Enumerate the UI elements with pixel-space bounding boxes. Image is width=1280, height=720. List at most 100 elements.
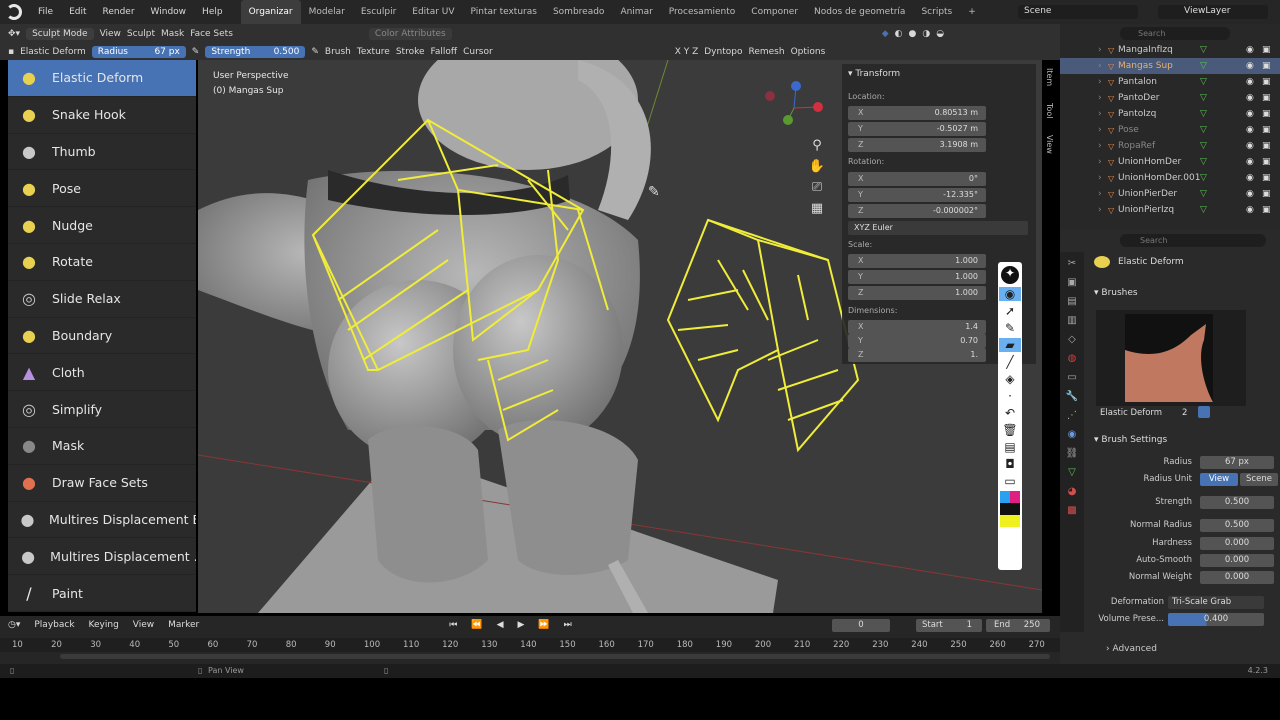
output-tab-icon[interactable]: ▤: [1067, 296, 1076, 307]
outliner-search[interactable]: Search: [1120, 26, 1230, 40]
render-camera-icon[interactable]: ▣: [1262, 45, 1271, 55]
render-camera-icon[interactable]: ▣: [1262, 77, 1271, 87]
viewlayer-selector[interactable]: ViewLayer: [1158, 5, 1268, 19]
screenshot-icon[interactable]: ◘: [1005, 457, 1015, 471]
tool-tab-icon[interactable]: ✂: [1068, 258, 1076, 269]
timeline-view-menu[interactable]: View: [133, 620, 154, 630]
visibility-eye-icon[interactable]: ◉: [1246, 173, 1254, 183]
texture-menu[interactable]: Texture: [357, 47, 390, 57]
eye-icon[interactable]: ◉: [999, 287, 1021, 301]
marker-menu[interactable]: Marker: [168, 620, 199, 630]
brush-setting-field[interactable]: 0.000: [1200, 554, 1274, 567]
tab-esculpir[interactable]: Esculpir: [353, 0, 404, 24]
outliner-item-label[interactable]: UnionPierIzq: [1118, 205, 1174, 215]
pressure-strength-icon[interactable]: ✎: [311, 47, 319, 57]
render-camera-icon[interactable]: ▣: [1262, 61, 1271, 71]
overlay-icon[interactable]: ◐: [895, 29, 903, 39]
brush-settings-header[interactable]: ▾ Brush Settings: [1094, 435, 1167, 445]
visibility-eye-icon[interactable]: ◉: [1246, 93, 1254, 103]
brush-name[interactable]: Elastic Deform: [20, 47, 86, 57]
visibility-eye-icon[interactable]: ◉: [1246, 141, 1254, 151]
tool-thumb[interactable]: ● Thumb: [8, 134, 196, 171]
color-palette[interactable]: [1000, 491, 1020, 527]
mesh-data-icon[interactable]: ▽: [1200, 109, 1207, 119]
next-keyframe-icon[interactable]: ⏩: [538, 620, 549, 630]
brush-setting-field[interactable]: 0.500: [1200, 519, 1274, 532]
falloff-menu[interactable]: Falloff: [431, 47, 458, 57]
fake-user-icon[interactable]: [1198, 406, 1210, 418]
mesh-data-icon[interactable]: ▽: [1200, 173, 1207, 183]
expand-arrow-icon[interactable]: ›: [1098, 61, 1102, 71]
brush-setting-field[interactable]: 0.500: [1200, 496, 1274, 509]
end-frame-field[interactable]: End 250: [986, 619, 1050, 632]
outliner-item-label[interactable]: MangaInfIzq: [1118, 45, 1173, 55]
timeline-scrollbar[interactable]: [60, 654, 1050, 659]
brush-setting-field[interactable]: 67 px: [1200, 456, 1274, 469]
menu-window[interactable]: Window: [143, 7, 195, 17]
color-black2-swatch[interactable]: [1010, 503, 1020, 515]
undo-icon[interactable]: ↶: [1005, 406, 1015, 420]
scale-z-field[interactable]: Z 1.000: [848, 286, 986, 300]
brush-preview-frame[interactable]: [1096, 310, 1246, 406]
menu-face-sets[interactable]: Face Sets: [190, 29, 233, 39]
tool-draw-face-sets[interactable]: ● Draw Face Sets: [8, 465, 196, 502]
outliner-item[interactable]: › ▽ UnionPierIzq ▽ ◉ ▣: [1060, 202, 1280, 218]
outliner-item-label[interactable]: PantoIzq: [1118, 109, 1156, 119]
add-workspace-icon[interactable]: +: [960, 0, 984, 24]
tab-organizar[interactable]: Organizar: [240, 0, 301, 24]
mode-dropdown[interactable]: Sculpt Mode: [26, 28, 94, 40]
mesh-data-icon[interactable]: ▽: [1200, 125, 1207, 135]
lightbulb-icon[interactable]: ✦: [1001, 266, 1019, 284]
tool-boundary[interactable]: ● Boundary: [8, 318, 196, 355]
outliner-item[interactable]: › ▽ PantoDer ▽ ◉ ▣: [1060, 90, 1280, 106]
playback-menu[interactable]: Playback: [34, 620, 74, 630]
physics-tab-icon[interactable]: ◉: [1068, 429, 1077, 440]
dyntopo-menu[interactable]: Dyntopo: [704, 47, 742, 57]
visibility-eye-icon[interactable]: ◉: [1246, 125, 1254, 135]
pan-hand-icon[interactable]: ✋: [809, 159, 825, 174]
outliner-item-label[interactable]: PantoDer: [1118, 93, 1159, 103]
outliner-item-label[interactable]: UnionHomDer: [1118, 157, 1181, 167]
texture-tab-icon[interactable]: ▩: [1067, 505, 1076, 516]
tab-sombreado[interactable]: Sombreado: [545, 0, 612, 24]
outliner-item[interactable]: › ▽ UnionHomDer.001 ▽ ◉ ▣: [1060, 170, 1280, 186]
particles-tab-icon[interactable]: ⋰: [1067, 410, 1077, 421]
stroke-menu[interactable]: Stroke: [396, 47, 425, 57]
tool-cloth[interactable]: ▲ Cloth: [8, 354, 196, 392]
location-x-field[interactable]: X 0.80513 m: [848, 106, 986, 120]
outliner-item-label[interactable]: Pantalon: [1118, 77, 1157, 87]
render-camera-icon[interactable]: ▣: [1262, 205, 1271, 215]
line-icon[interactable]: ╱: [1006, 355, 1013, 369]
tab-procesamiento[interactable]: Procesamiento: [661, 0, 744, 24]
tool-paint[interactable]: / Paint: [8, 575, 196, 612]
menu-file[interactable]: File: [30, 7, 61, 17]
grid-ortho-icon[interactable]: ▦: [811, 201, 823, 216]
mesh-data-icon[interactable]: ▽: [1200, 205, 1207, 215]
brush-setting-field[interactable]: View: [1200, 473, 1238, 486]
view-layer-tab-icon[interactable]: ▥: [1067, 315, 1076, 326]
tab-modelar[interactable]: Modelar: [301, 0, 353, 24]
mesh-data-icon[interactable]: ▽: [1200, 157, 1207, 167]
color-magenta-swatch[interactable]: [1010, 491, 1020, 503]
scale-x-field[interactable]: X 1.000: [848, 254, 986, 268]
pen-icon[interactable]: ✎: [1005, 321, 1015, 335]
tool-elastic-deform[interactable]: ● Elastic Deform: [8, 60, 196, 97]
radius-field[interactable]: Radius 67 px: [91, 46, 186, 58]
select-arrow-icon[interactable]: ➚: [1005, 304, 1015, 318]
cursor-menu[interactable]: Cursor: [463, 47, 493, 57]
visibility-eye-icon[interactable]: ◉: [1246, 45, 1254, 55]
mesh-data-icon[interactable]: ▽: [1200, 189, 1207, 199]
color-attributes-dropdown[interactable]: Color Attributes: [368, 28, 452, 40]
expand-arrow-icon[interactable]: ›: [1098, 109, 1102, 119]
tool-slide-relax[interactable]: ◎ Slide Relax: [8, 281, 196, 318]
visibility-eye-icon[interactable]: ◉: [1246, 189, 1254, 199]
render-camera-icon[interactable]: ▣: [1262, 141, 1271, 151]
color-black-swatch[interactable]: [1000, 503, 1010, 515]
scene-tab-icon[interactable]: ◇: [1068, 334, 1076, 345]
outliner-item-label[interactable]: Pose: [1118, 125, 1139, 135]
rotation-x-field[interactable]: X 0°: [848, 172, 986, 186]
location-z-field[interactable]: Z 3.1908 m: [848, 138, 986, 152]
outliner-item-label[interactable]: UnionHomDer.001: [1118, 173, 1200, 183]
advanced-header[interactable]: › Advanced: [1106, 644, 1157, 654]
render-camera-icon[interactable]: ▣: [1262, 157, 1271, 167]
